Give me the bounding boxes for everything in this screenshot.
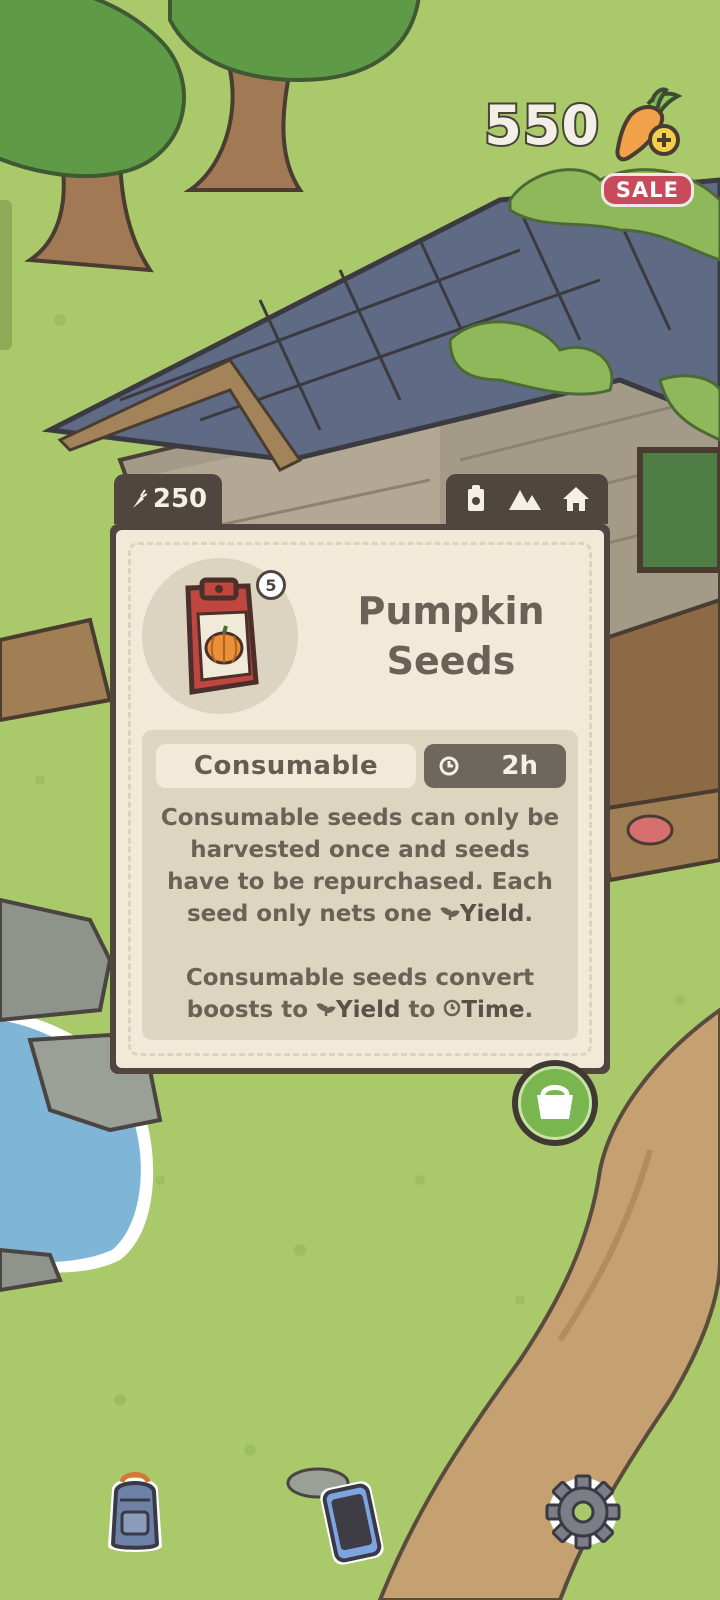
shopping-bag-icon (537, 1085, 573, 1119)
time-term: Time (443, 997, 524, 1023)
carrot-currency[interactable]: 550 (482, 86, 686, 164)
clock-icon (439, 756, 459, 776)
sale-badge[interactable]: SALE (600, 173, 694, 207)
item-title-line2: Seeds (386, 639, 516, 683)
sprout-icon (316, 1003, 336, 1016)
gear-icon (545, 1474, 621, 1550)
item-price: 250 (152, 484, 208, 514)
yield-term: Yield (440, 901, 524, 927)
phone-icon (320, 1481, 384, 1565)
carrot-icon (132, 489, 147, 508)
clock-icon (444, 999, 461, 1017)
shop-bag-button[interactable] (512, 1060, 598, 1146)
item-type-pill: Consumable (156, 744, 416, 788)
item-info-box: Consumable 2h Consumable seeds can only … (142, 730, 578, 1040)
price-tab: 250 (114, 474, 222, 524)
item-description: Consumable seeds can only be harvested o… (160, 805, 560, 1023)
backpack-icon (108, 1472, 162, 1552)
quantity-badge: 5 (256, 570, 286, 600)
grow-time-value: 2h (501, 751, 538, 781)
mountain-icon (509, 490, 541, 510)
grow-time-pill: 2h (424, 744, 566, 788)
home-icon (563, 487, 589, 511)
item-tags-tab (446, 474, 608, 524)
sprout-icon (440, 907, 460, 920)
item-title-line1: Pumpkin (357, 589, 545, 633)
phone-button[interactable] (312, 1470, 396, 1570)
carrot-balance: 550 (482, 92, 601, 159)
yield-term: Yield (316, 997, 401, 1023)
backpack-button[interactable] (92, 1460, 178, 1560)
settings-button[interactable] (538, 1460, 628, 1560)
left-edge-handle[interactable] (0, 200, 12, 350)
seed-packet-icon (468, 485, 484, 511)
item-title: Pumpkin Seeds (316, 586, 586, 686)
carrot-add-icon[interactable] (608, 86, 686, 164)
item-detail-card: 5 Pumpkin Seeds Consumable 2h Consumable… (110, 524, 610, 1074)
